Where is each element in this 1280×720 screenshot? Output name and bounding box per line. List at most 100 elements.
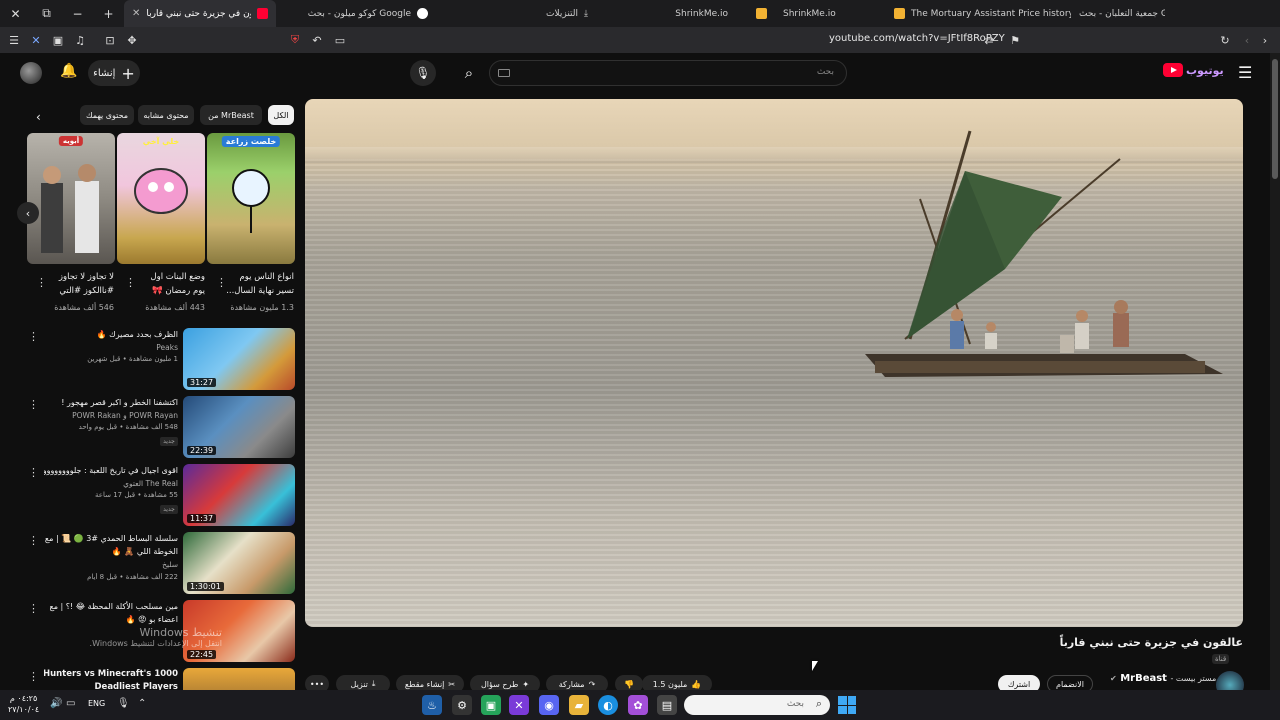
browser-tab-active[interactable]: ✕ عاقلون في جزيرة حتى نبني قاربا <box>124 0 276 27</box>
video-more-dots-icon[interactable]: ⋮ <box>28 466 39 479</box>
short-more-dots-icon[interactable]: ⋮ <box>36 276 47 289</box>
sidebar-video-item[interactable]: 31:27 الظرف بحدد مصيرك 🔥 Peaks 1 مليون م… <box>24 328 296 390</box>
extensions-puzzle-icon[interactable]: ✥ <box>121 27 143 53</box>
video-more-dots-icon[interactable]: ⋮ <box>28 398 39 411</box>
network-icon[interactable]: ▭ <box>66 698 75 709</box>
video-thumbnail[interactable] <box>183 668 295 690</box>
steam-app-icon[interactable]: ♨ <box>422 695 442 715</box>
sidebar-video-item[interactable]: 1000 Hunters vs Minecraft's Deadliest Pl… <box>24 668 296 690</box>
watermark-line2: انتقل إلى الإعدادات لتنشيط Windows. <box>89 639 222 648</box>
sidebar-video-item[interactable]: 22:39 اكتشفنا الخطر و اكبر قصر مهجور ! P… <box>24 396 296 458</box>
notifications-bell-icon[interactable]: 🔔 <box>60 63 77 79</box>
download-icon: ⤓ <box>584 8 588 19</box>
settings-gear-icon[interactable]: ⚙ <box>452 695 472 715</box>
microphone-tray-icon[interactable]: 🎙 <box>117 698 130 709</box>
shelf-previous-chevron-icon[interactable]: ‹ <box>17 202 39 224</box>
ublock-icon[interactable]: ⛨ <box>284 27 306 53</box>
taskbar-clock[interactable]: ٠٤:٢٥ م ٢٧/١٠/٠٤ <box>8 693 39 715</box>
short-more-dots-icon[interactable]: ⋮ <box>125 276 136 289</box>
account-avatar[interactable] <box>20 62 42 84</box>
search-input[interactable]: بحث <box>489 60 847 86</box>
bookmark-icon[interactable]: ⚑ <box>1004 27 1026 53</box>
keyboard-icon[interactable] <box>498 69 510 77</box>
music-icon[interactable]: ♫ <box>69 27 91 53</box>
browser-tab[interactable]: The Mortuary Assistant Price history ☰ <box>886 0 1071 27</box>
video-title-line2: Deadliest Players <box>94 682 179 690</box>
tab-close-icon[interactable]: ✕ <box>132 8 140 19</box>
video-player[interactable] <box>305 99 1243 627</box>
chip-related[interactable]: محتوى مشابه <box>138 105 194 125</box>
page-scrollbar[interactable] <box>1270 53 1280 690</box>
copilot-icon[interactable]: ✿ <box>628 695 648 715</box>
edge-browser-icon[interactable]: ◐ <box>598 695 618 715</box>
create-button[interactable]: إنشاء + <box>88 60 140 86</box>
browser-tab[interactable]: التنزيلات ⤓ <box>436 0 596 27</box>
site-settings-icon[interactable]: ⇄ <box>978 27 1000 53</box>
window-minimize-icon[interactable]: − <box>62 0 93 27</box>
reader-mode-icon[interactable]: ▭ <box>329 27 351 53</box>
browser-address-bar: ☰ ✕ ▣ ♫ ⊡ ✥ ⛨ ↶ ▭ youtube.com/watch?v=JF… <box>0 27 1280 53</box>
video-title: اكتشفنا الخطر و اكبر قصر مهجور ! <box>61 398 178 407</box>
windows-start-icon[interactable] <box>838 696 856 714</box>
input-language[interactable]: ENG <box>88 699 105 708</box>
short-views: 443 ألف مشاهدة <box>145 303 205 312</box>
subscribe-label: اشترك <box>1007 679 1031 689</box>
short-thumbnail[interactable]: أبويه <box>27 133 115 264</box>
search-icon[interactable]: ⌕ <box>456 62 482 84</box>
window-restore-icon[interactable]: ⧉ <box>31 0 62 27</box>
voice-search-mic-icon[interactable]: 🎙 <box>410 60 436 86</box>
app-x-icon[interactable]: ✕ <box>509 695 529 715</box>
green-app-icon[interactable]: ▣ <box>481 695 501 715</box>
video-more-dots-icon[interactable]: ⋮ <box>28 534 39 547</box>
video-duration: 22:45 <box>187 650 217 659</box>
browser-tab[interactable]: ShrinkMe.io <box>596 0 736 27</box>
reload-icon[interactable]: ↻ <box>1214 27 1236 53</box>
short-title[interactable]: لا تجاوز لا تجاوز #ناالكوز #التي <box>36 270 114 298</box>
split-view-icon[interactable]: ▣ <box>47 27 69 53</box>
guide-menu-icon[interactable]: ☰ <box>1238 63 1252 82</box>
short-badge: أبويه <box>58 136 84 146</box>
file-explorer-icon[interactable]: ▰ <box>569 695 589 715</box>
browser-tab[interactable]: كوكو ميلون - بحث Google <box>276 0 436 27</box>
video-channel: سليخ <box>162 560 178 569</box>
chip-for-you[interactable]: محتوى يهمك <box>80 105 134 125</box>
chip-from-mrbeast[interactable]: من MrBeast <box>200 105 262 125</box>
join-label: الانضمام <box>1056 679 1084 689</box>
short-title[interactable]: انواع الناس يوم تسير نهاية السال... <box>216 270 294 298</box>
channel-name[interactable]: مستر بيست - MrBeast ✔ <box>1110 673 1216 684</box>
tray-chevron-up-icon[interactable]: ⌃ <box>138 698 146 709</box>
video-more-dots-icon[interactable]: ⋮ <box>28 670 39 683</box>
new-tab-icon[interactable]: + <box>93 0 124 27</box>
video-thumbnail[interactable]: 22:39 <box>183 396 295 458</box>
scrollbar-thumb[interactable] <box>1272 59 1278 179</box>
video-more-dots-icon[interactable]: ⋮ <box>28 330 39 343</box>
clock-date: ٢٧/١٠/٠٤ <box>8 705 40 714</box>
video-thumbnail[interactable]: 31:27 <box>183 328 295 390</box>
short-thumbnail[interactable]: خلصت زراعة <box>207 133 295 264</box>
taskbar-search-input[interactable]: بحث ⌕ <box>684 695 830 715</box>
youtube-logo[interactable]: يوتيوب <box>1163 63 1224 77</box>
browser-tab[interactable]: ShrinkMe.io <box>736 0 886 27</box>
video-thumbnail[interactable]: 11:37 <box>183 464 295 526</box>
window-close-icon[interactable]: ✕ <box>0 0 31 27</box>
youtube-favicon-icon <box>257 8 268 19</box>
video-thumbnail[interactable]: 1:30:01 <box>183 532 295 594</box>
task-view-icon[interactable]: ▤ <box>657 695 677 715</box>
sidebar-video-item[interactable]: 11:37 اقوى اجيال في تاريخ اللعبة : جلووو… <box>24 464 296 526</box>
discord-icon[interactable]: ◉ <box>539 695 559 715</box>
sidebar-video-item[interactable]: 1:30:01 سلسلة البساط الحمدي #3 🟢 📜 | مع … <box>24 532 296 594</box>
tab-label: The Mortuary Assistant Price history <box>911 8 1071 19</box>
video-more-dots-icon[interactable]: ⋮ <box>28 602 39 615</box>
chips-scroll-chevron-icon[interactable]: ‹ <box>36 110 41 124</box>
short-title[interactable]: وضع البنات اول يوم رمضان 🎀 <box>127 270 205 298</box>
screenshot-icon[interactable]: ⊡ <box>99 27 121 53</box>
sidebar-menu-icon[interactable]: ☰ <box>3 27 25 53</box>
volume-icon[interactable]: 🔊 <box>50 698 62 709</box>
extension-x-icon[interactable]: ✕ <box>25 27 47 53</box>
short-thumbnail[interactable]: خلي آخي <box>117 133 205 264</box>
short-more-dots-icon[interactable]: ⋮ <box>216 276 227 289</box>
chip-all[interactable]: الكل <box>268 105 294 125</box>
browser-tab[interactable]: جمعية التعلبان - بحث Google <box>1071 0 1173 27</box>
nav-forward-icon[interactable]: › <box>1254 27 1276 53</box>
back-arrow-icon[interactable]: ↶ <box>306 27 328 53</box>
